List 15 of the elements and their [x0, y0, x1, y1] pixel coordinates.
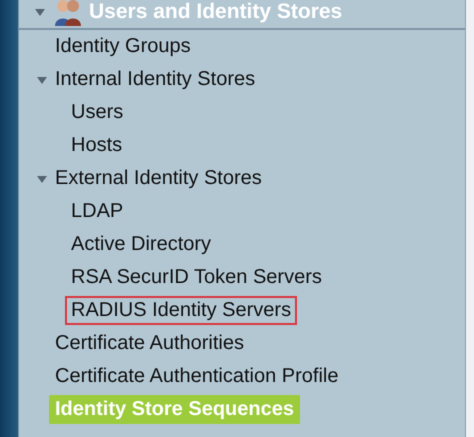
- tree-item[interactable]: Hosts: [65, 131, 128, 160]
- tree-item[interactable]: Identity Groups: [49, 32, 197, 61]
- tree-item[interactable]: Certificate Authorities: [49, 329, 250, 358]
- tree-item[interactable]: External Identity Stores: [49, 164, 268, 193]
- users-icon: [53, 0, 83, 26]
- tree-item[interactable]: Active Directory: [65, 230, 218, 259]
- tree-item[interactable]: RSA SecurID Token Servers: [65, 263, 328, 292]
- expand-arrow-icon[interactable]: [33, 7, 47, 17]
- tree-item[interactable]: Users: [65, 98, 130, 127]
- tree-item[interactable]: Internal Identity Stores: [49, 65, 262, 94]
- tree-item[interactable]: Certificate Authentication Profile: [49, 362, 344, 391]
- expand-arrow-icon[interactable]: [35, 174, 49, 184]
- tree-item[interactable]: LDAP: [65, 197, 130, 226]
- tree-item[interactable]: RADIUS Identity Servers: [65, 296, 298, 325]
- expand-arrow-icon[interactable]: [35, 74, 49, 84]
